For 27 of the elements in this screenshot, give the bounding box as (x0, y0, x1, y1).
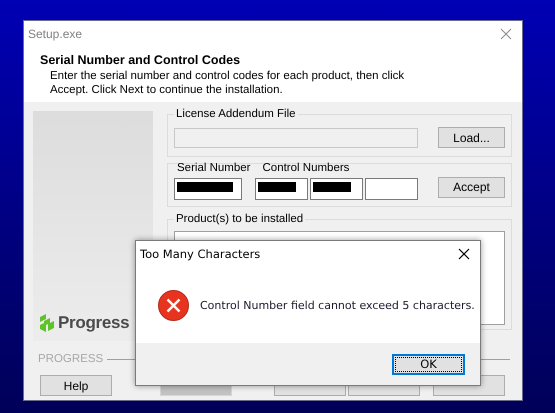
error-icon (158, 290, 189, 320)
logo-icon (38, 313, 56, 333)
redaction-bar (313, 182, 351, 192)
load-button[interactable]: Load... (438, 127, 505, 148)
license-file-field[interactable] (174, 128, 418, 148)
redaction-bar (177, 182, 233, 192)
control-numbers-label: Control Numbers (262, 162, 350, 174)
window-title: Setup.exe (28, 26, 82, 40)
brand-label: PROGRESS (38, 353, 104, 365)
serial-number-field[interactable] (174, 178, 242, 200)
logo-text: Progress (58, 313, 130, 333)
group-label: Product(s) to be installed (175, 213, 304, 225)
redaction-bar (258, 182, 296, 192)
control-number-field[interactable] (255, 178, 308, 200)
close-icon[interactable] (458, 248, 470, 260)
ok-button[interactable]: OK (392, 354, 465, 374)
control-number-field[interactable] (365, 178, 418, 200)
accept-button[interactable]: Accept (438, 176, 505, 198)
wizard-button[interactable]: Help (40, 375, 112, 396)
instructions-text: Accept. Click Next to continue the installation. (49, 83, 284, 97)
control-number-field[interactable] (310, 178, 363, 200)
error-message: Control Number field cannot exceed 5 characters. (200, 298, 475, 312)
serial-number-label: Serial Number (177, 162, 250, 174)
dialog-title: Too Many Characters (140, 247, 260, 261)
group-label: License Addendum File (175, 108, 297, 120)
page-heading: Serial Number and Control Codes (40, 53, 242, 67)
instructions-text: Enter the serial number and control codes for each product, then click (49, 69, 406, 83)
